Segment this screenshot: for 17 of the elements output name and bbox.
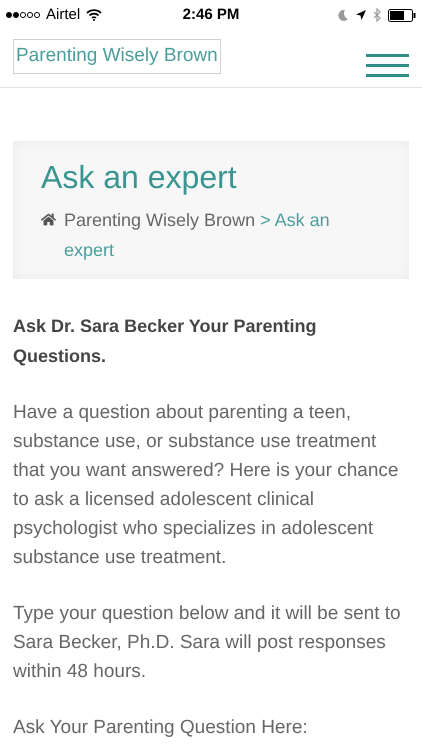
location-arrow-icon: [355, 9, 367, 21]
body-paragraph: Type your question below and it will be sent to Sara Becker, Ph.D. Sara will post responses within 48 hours.: [13, 602, 402, 684]
signal-icon: [6, 12, 40, 18]
menu-icon[interactable]: [366, 54, 409, 77]
page-title: Ask an expert: [41, 158, 238, 197]
status-time: 2:46 PM: [182, 4, 240, 25]
bluetooth-icon: [373, 8, 382, 22]
site-logo[interactable]: Parenting Wisely Brown: [13, 39, 221, 74]
breadcrumb: Parenting Wisely Brown > Ask an expert: [64, 209, 331, 262]
body-paragraph: Have a question about parenting a teen, substance use, or substance use treatment that you want answered? Here is your chance to ask a licensed adolescent clinical psychologist who specializes in adolescent substance use treatment.: [13, 401, 400, 570]
section-heading: Ask Dr. Sara Becker Your Parenting Questions.: [13, 315, 318, 368]
moon-icon: [338, 9, 349, 21]
home-icon: [41, 212, 56, 227]
battery-icon: [388, 8, 416, 22]
wifi-icon: [86, 9, 102, 21]
carrier-name: Airtel: [46, 4, 80, 25]
body-paragraph: Ask Your Parenting Question Here:: [13, 716, 309, 740]
